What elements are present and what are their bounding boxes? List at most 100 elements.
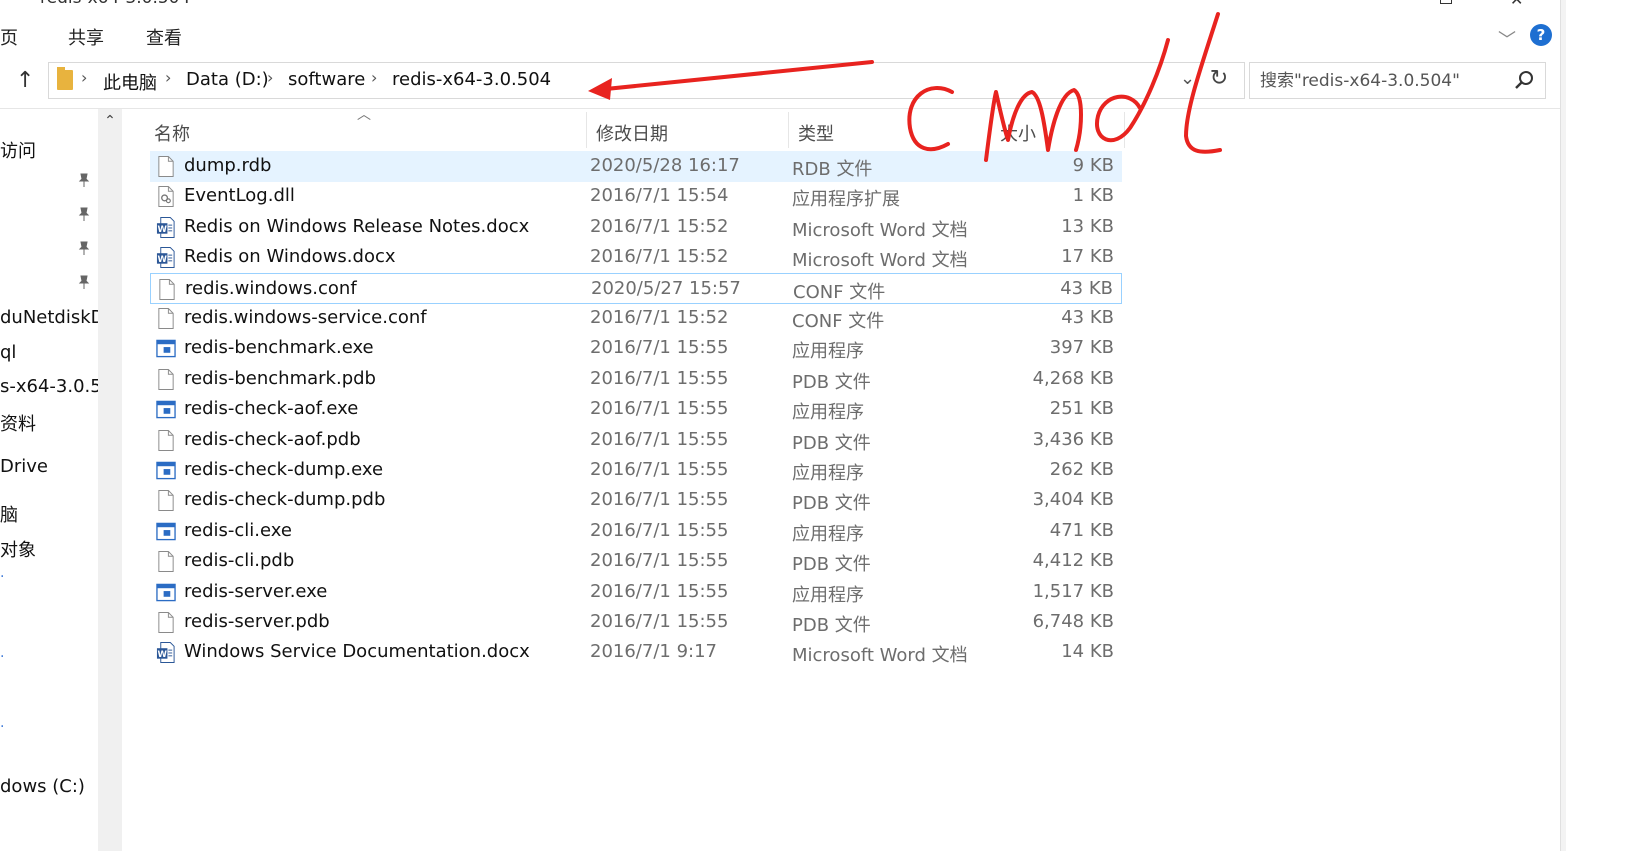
search-input[interactable] bbox=[1258, 67, 1512, 95]
table-row[interactable]: redis-benchmark.exe 2016/7/1 15:55 应用程序 397… bbox=[150, 333, 1122, 364]
column-header-size[interactable]: 大小 bbox=[1000, 120, 1036, 146]
exe-file-icon bbox=[156, 340, 176, 358]
table-row[interactable]: redis-check-dump.pdb 2016/7/1 15:55 PDB 文件… bbox=[150, 485, 1122, 516]
nav-item-3d-objects[interactable]: 对象 bbox=[0, 536, 36, 562]
table-row[interactable]: W Redis on Windows.docx 2016/7/1 15:52 Micr… bbox=[150, 242, 1122, 273]
file-size: 6,748 KB bbox=[1032, 611, 1114, 632]
address-dropdown-icon[interactable]: ⌄ bbox=[1180, 68, 1195, 89]
up-arrow-icon[interactable]: ↑ bbox=[16, 68, 34, 93]
nav-item-windows-c-drive[interactable]: dows (C:) bbox=[0, 776, 85, 797]
file-name: redis-check-dump.pdb bbox=[184, 489, 386, 511]
tab-share[interactable]: 共享 bbox=[68, 24, 104, 50]
table-row[interactable]: redis-check-aof.pdb 2016/7/1 15:55 PDB 文件 3… bbox=[150, 425, 1122, 456]
column-header-name[interactable]: 名称 bbox=[154, 120, 190, 146]
file-date: 2016/7/1 15:52 bbox=[590, 246, 729, 268]
refresh-icon[interactable]: ↻ bbox=[1202, 66, 1236, 96]
ribbon-collapse-chevron-icon[interactable]: ﹀ bbox=[1498, 26, 1516, 52]
search-icon[interactable] bbox=[1512, 67, 1538, 93]
tab-home[interactable]: 主页 bbox=[0, 24, 18, 50]
breadcrumb-current-folder[interactable]: redis-x64-3.0.504 bbox=[392, 69, 551, 90]
pin-icon[interactable] bbox=[76, 172, 92, 188]
table-row[interactable]: EventLog.dll 2016/7/1 15:54 应用程序扩展 1 KB bbox=[150, 181, 1122, 212]
column-separator[interactable] bbox=[788, 112, 789, 148]
file-type: 应用程序 bbox=[792, 523, 864, 545]
tab-view[interactable]: 查看 bbox=[146, 24, 182, 50]
file-name: Windows Service Documentation.docx bbox=[184, 641, 530, 663]
file-name: dump.rdb bbox=[184, 155, 272, 176]
svg-text:W: W bbox=[157, 650, 167, 660]
file-type: CONF 文件 bbox=[792, 311, 885, 332]
file-size: 262 KB bbox=[1049, 459, 1114, 480]
file-name: redis-benchmark.exe bbox=[184, 337, 374, 359]
table-row[interactable]: redis-benchmark.pdb 2016/7/1 15:55 PDB 文件 4… bbox=[150, 364, 1122, 395]
file-name: Redis on Windows.docx bbox=[184, 246, 396, 268]
pin-icon[interactable] bbox=[76, 206, 92, 222]
table-row[interactable]: redis-server.exe 2016/7/1 15:55 应用程序 1,517 … bbox=[150, 577, 1122, 608]
search-box[interactable] bbox=[1249, 62, 1546, 99]
table-row[interactable]: W Windows Service Documentation.docx 2016/… bbox=[150, 637, 1122, 668]
file-type: RDB 文件 bbox=[792, 159, 873, 180]
file-type: PDB 文件 bbox=[792, 493, 871, 515]
nav-item-onedrive[interactable]: Drive bbox=[0, 456, 48, 477]
file-size: 251 KB bbox=[1049, 398, 1114, 420]
nav-item-ql[interactable]: ql bbox=[0, 342, 16, 363]
chevron-right-icon[interactable]: › bbox=[371, 68, 377, 87]
scroll-up-arrow-icon[interactable]: ⌃ bbox=[98, 113, 122, 133]
nav-item-baidu-netdisk[interactable]: duNetdiskD bbox=[0, 307, 105, 328]
sort-caret-up-icon: ︿ bbox=[357, 107, 371, 123]
column-separator[interactable] bbox=[586, 112, 587, 148]
help-icon[interactable]: ? bbox=[1530, 24, 1552, 46]
file-size: 14 KB bbox=[1061, 641, 1114, 663]
file-name: EventLog.dll bbox=[184, 185, 295, 207]
column-separator[interactable] bbox=[1124, 112, 1125, 148]
table-row[interactable]: redis.windows-service.conf 2016/7/1 15:52… bbox=[150, 303, 1122, 334]
close-icon[interactable]: ✕ bbox=[1510, 0, 1523, 9]
chevron-right-icon[interactable]: › bbox=[81, 68, 87, 87]
table-row[interactable]: redis-server.pdb 2016/7/1 15:55 PDB 文件 6,74… bbox=[150, 607, 1122, 638]
chevron-right-icon[interactable]: › bbox=[165, 68, 171, 87]
exe-file-icon bbox=[156, 583, 176, 601]
word-doc-icon: W bbox=[156, 216, 175, 238]
file-size: 471 KB bbox=[1049, 519, 1114, 541]
file-type: PDB 文件 bbox=[792, 371, 871, 393]
table-row[interactable]: W Redis on Windows Release Notes.docx 2016… bbox=[150, 212, 1122, 243]
blank-file-icon bbox=[158, 490, 174, 512]
table-row[interactable]: redis-check-dump.exe 2016/7/1 15:55 应用程序 26… bbox=[150, 455, 1122, 486]
breadcrumb-data-drive[interactable]: Data (D:) bbox=[186, 69, 269, 90]
nav-item-quick-access[interactable]: 访问 bbox=[0, 137, 36, 163]
file-date: 2016/7/1 15:54 bbox=[590, 185, 729, 207]
blank-file-icon bbox=[158, 429, 174, 451]
table-row[interactable]: dump.rdb 2020/5/28 16:17 RDB 文件 9 KB bbox=[150, 151, 1122, 182]
nav-item-materials[interactable]: 资料 bbox=[0, 410, 36, 436]
file-size: 3,436 KB bbox=[1032, 428, 1114, 450]
file-size: 13 KB bbox=[1061, 215, 1114, 237]
title-bar: redis-x64-3.0.504 bbox=[0, 0, 1560, 8]
file-date: 2016/7/1 15:55 bbox=[590, 611, 729, 632]
file-date: 2020/5/27 15:57 bbox=[591, 277, 741, 299]
address-bar[interactable]: › 此电脑 › Data (D:) › software › redis-x64… bbox=[48, 62, 1245, 99]
nav-item-redis-folder[interactable]: s-x64-3.0.5 bbox=[0, 376, 102, 397]
nav-scrollbar[interactable] bbox=[98, 109, 122, 851]
table-row[interactable]: redis.windows.conf 2020/5/27 15:57 CONF 文件… bbox=[150, 272, 1122, 304]
file-type: Microsoft Word 文档 bbox=[792, 645, 968, 667]
chevron-right-icon[interactable]: › bbox=[267, 68, 273, 87]
column-header-type[interactable]: 类型 bbox=[798, 120, 834, 146]
exe-file-icon bbox=[156, 400, 176, 419]
table-row[interactable]: redis-cli.pdb 2016/7/1 15:55 PDB 文件 4,412 K… bbox=[150, 546, 1122, 577]
column-header-date[interactable]: 修改日期 bbox=[596, 120, 668, 146]
blank-file-icon bbox=[158, 368, 174, 390]
background bbox=[1566, 0, 1646, 851]
nav-item-this-pc[interactable]: 脑 bbox=[0, 501, 18, 527]
blank-file-icon bbox=[158, 612, 174, 633]
breadcrumb-this-pc[interactable]: 此电脑 bbox=[103, 69, 157, 95]
pin-icon[interactable] bbox=[76, 240, 92, 256]
table-row[interactable]: redis-check-aof.exe 2016/7/1 15:55 应用程序 251… bbox=[150, 394, 1122, 425]
maximize-icon[interactable] bbox=[1440, 0, 1452, 4]
table-row[interactable]: redis-cli.exe 2016/7/1 15:55 应用程序 471 KB bbox=[150, 516, 1122, 547]
pin-icon[interactable] bbox=[76, 274, 92, 290]
file-date: 2016/7/1 15:55 bbox=[590, 367, 729, 389]
breadcrumb-software[interactable]: software bbox=[288, 69, 365, 90]
word-doc-icon: W bbox=[156, 642, 175, 664]
divider bbox=[0, 108, 1560, 109]
file-type: Microsoft Word 文档 bbox=[792, 250, 968, 272]
